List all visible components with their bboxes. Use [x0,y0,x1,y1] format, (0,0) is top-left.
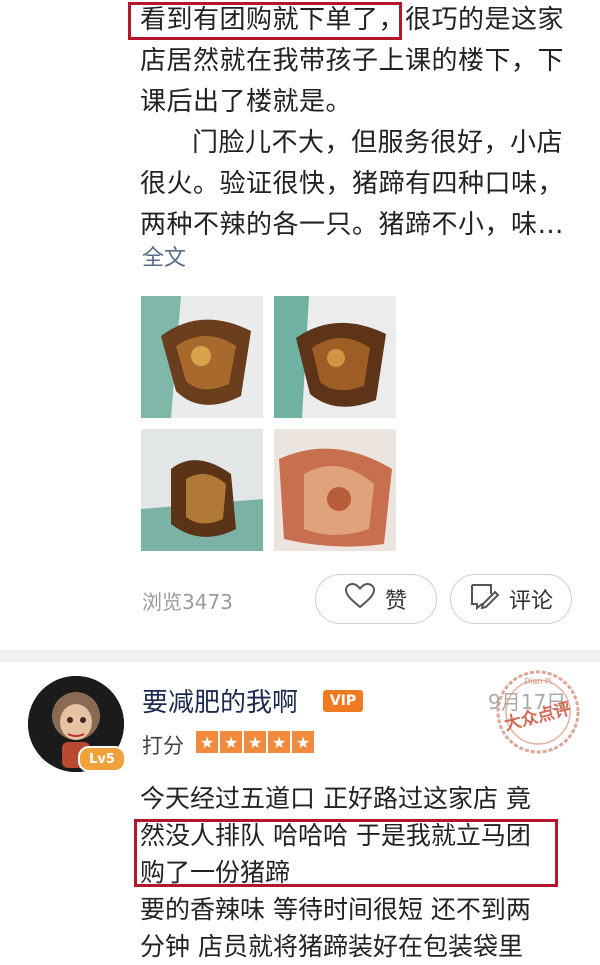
review-photo[interactable] [274,296,396,418]
stamp-text: 大众点评 [502,698,573,735]
star-rating: ★ ★ ★ ★ ★ [196,731,314,753]
comment-button[interactable]: 评论 [450,574,572,624]
review-line: 店居然就在我带孩子上课的楼下，下 [140,46,565,76]
dianping-stamp: Dian Pi 大众点评 [494,668,582,756]
like-label: 赞 [384,589,407,614]
review-line: 很火。验证很快，猪蹄有四种口味， [140,169,565,199]
review-photo[interactable] [141,429,263,551]
stamp-top-text: Dian Pi [524,677,552,686]
star-icon: ★ [196,731,218,753]
review-line: 两种不辣的各一只。猪蹄不小，味… [140,210,565,240]
username[interactable]: 要减肥的我啊 [142,682,298,719]
highlight-box [134,819,558,887]
review-photo[interactable] [274,429,396,551]
comment-line: 要的香辣味 等待时间很短 还不到两 [140,895,531,924]
heart-icon [344,582,375,615]
comment-line: 今天经过五道口 正好路过这家店 竟 [140,784,531,813]
full-text-link[interactable]: 全文 [142,240,186,272]
review-card: 看到有团购就下单了，很巧的是这家 店居然就在我带孩子上课的楼下，下 课后出了楼就… [0,0,600,650]
highlight-box [128,2,402,40]
vip-badge: VIP [323,690,363,712]
star-icon: ★ [268,731,290,753]
review-line: 课后出了楼就是。 [140,87,353,117]
star-icon: ★ [292,731,314,753]
like-button[interactable]: 赞 [315,574,437,624]
star-icon: ★ [244,731,266,753]
section-divider [0,650,600,662]
comment-label: 评论 [508,589,553,614]
rating-label: 打分 [142,734,184,758]
edit-comment-icon [469,582,500,616]
review-line: 门脸儿不大，但服务很好，小店 [192,128,564,158]
comment-line: 分钟 店员就将猪蹄装好在包装袋里 [140,932,523,961]
level-badge: Lv5 [78,746,126,772]
star-icon: ★ [220,731,242,753]
review-photo[interactable] [141,296,263,418]
view-count: 浏览3473 [142,590,233,614]
